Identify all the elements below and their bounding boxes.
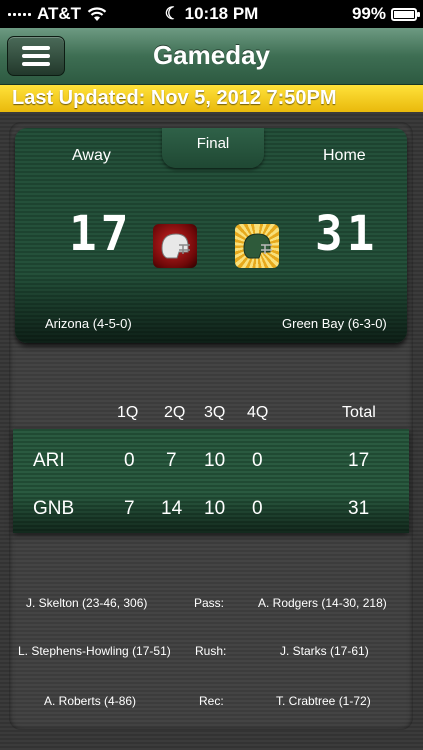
away-rec-leader: A. Roberts (4-86) bbox=[44, 694, 137, 708]
box-score-table: ARI 0 7 10 0 17 GNB 7 14 10 0 31 bbox=[13, 429, 409, 533]
page-title: Gameday bbox=[152, 40, 271, 70]
home-team-name: Green Bay (6-3-0) bbox=[282, 316, 387, 331]
green-bay-helmet-icon bbox=[235, 224, 279, 268]
battery-icon bbox=[391, 7, 420, 21]
row-score: 10 bbox=[204, 498, 226, 519]
home-score: 31 bbox=[315, 204, 379, 262]
scorecard: Final Away Home 17 31 Arizona (4-5-0) Gr… bbox=[15, 128, 407, 343]
game-status-tab: Final bbox=[162, 128, 264, 168]
header-1q: 1Q bbox=[117, 404, 139, 421]
content-area: Final Away Home 17 31 Arizona (4-5-0) Gr… bbox=[0, 112, 423, 750]
rec-category: Rec: bbox=[199, 694, 224, 708]
row-total: 17 bbox=[348, 450, 370, 471]
nav-bar: Gameday bbox=[0, 28, 423, 85]
home-rush-leader: J. Starks (17-61) bbox=[280, 644, 369, 658]
row-score: 0 bbox=[252, 450, 263, 471]
away-rush-leader: L. Stephens-Howling (17-51) bbox=[18, 644, 171, 658]
battery-percent: 99% bbox=[351, 4, 386, 23]
home-pass-leader: A. Rodgers (14-30, 218) bbox=[258, 596, 387, 610]
row-team: ARI bbox=[33, 450, 65, 471]
row-total: 31 bbox=[348, 498, 370, 519]
away-pass-leader: J. Skelton (23-46, 306) bbox=[26, 596, 148, 610]
row-score: 7 bbox=[124, 498, 135, 519]
row-score: 14 bbox=[161, 498, 183, 519]
away-score: 17 bbox=[69, 204, 133, 262]
battery-info: 99% bbox=[351, 4, 420, 24]
arizona-helmet-icon bbox=[153, 224, 197, 268]
pass-category: Pass: bbox=[194, 596, 225, 610]
header-4q: 4Q bbox=[247, 404, 269, 421]
row-team: GNB bbox=[33, 498, 75, 519]
header-3q: 3Q bbox=[204, 404, 226, 421]
header-total: Total bbox=[342, 404, 376, 421]
home-label: Home bbox=[323, 147, 366, 164]
home-rec-leader: T. Crabtree (1-72) bbox=[276, 694, 371, 708]
rush-category: Rush: bbox=[195, 644, 227, 658]
moon-icon: ☾ bbox=[164, 4, 180, 23]
battery-fill bbox=[394, 10, 414, 18]
row-score: 7 bbox=[166, 450, 177, 471]
clock-time: 10:18 PM bbox=[184, 4, 259, 23]
status-bar: AT&T ☾ 10:18 PM 99% bbox=[0, 0, 423, 28]
header-2q: 2Q bbox=[164, 404, 186, 421]
game-panel: Final Away Home 17 31 Arizona (4-5-0) Gr… bbox=[9, 122, 413, 730]
away-label: Away bbox=[72, 147, 111, 164]
row-score: 0 bbox=[124, 450, 135, 471]
away-team-name: Arizona (4-5-0) bbox=[45, 316, 132, 331]
last-updated-banner: Last Updated: Nov 5, 2012 7:50PM bbox=[0, 85, 423, 112]
row-score: 10 bbox=[204, 450, 226, 471]
row-score: 0 bbox=[252, 498, 263, 519]
